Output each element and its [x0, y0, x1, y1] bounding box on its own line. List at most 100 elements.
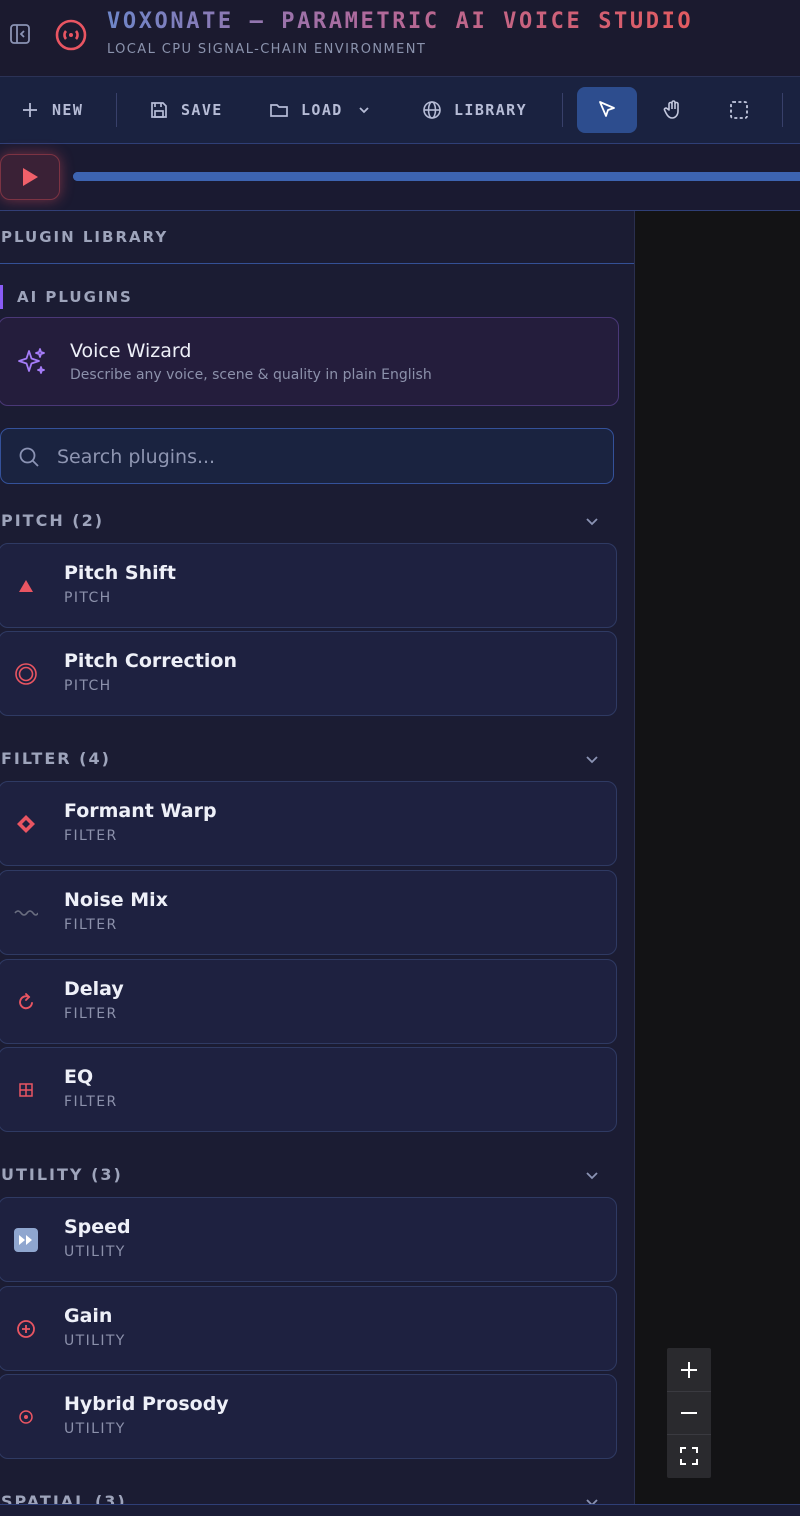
sidebar-collapse-icon[interactable]: [9, 23, 31, 45]
voice-wizard-title: Voice Wizard: [70, 340, 192, 362]
plugin-name: Noise Mix: [64, 889, 168, 911]
zoom-in-button[interactable]: [667, 1348, 711, 1392]
plugin-category: UTILITY: [64, 1244, 126, 1260]
plus-icon: [681, 1361, 697, 1378]
chevron-down-icon: [586, 518, 598, 526]
plus-icon: [23, 103, 37, 117]
load-button[interactable]: LOAD: [269, 95, 371, 125]
plugin-category: FILTER: [64, 828, 118, 844]
voice-wizard-card[interactable]: Voice Wizard Describe any voice, scene &…: [0, 317, 619, 406]
plugin-name: Pitch Correction: [64, 650, 237, 672]
cursor-icon: [599, 101, 615, 117]
playback-bar: [0, 144, 800, 211]
plugin-category: PITCH: [64, 590, 112, 606]
grid-icon: [19, 1083, 33, 1097]
app-title: VOXONATE — PARAMETRIC AI VOICE STUDIO: [107, 9, 694, 34]
plugin-name: Pitch Shift: [64, 562, 176, 584]
load-button-label: LOAD: [301, 101, 343, 119]
marquee-tool-button[interactable]: [709, 87, 769, 133]
plugin-library-sidebar: PLUGIN LIBRARY AI PLUGINS Voice Wizard D…: [0, 211, 635, 1504]
plugin-name: Gain: [64, 1305, 113, 1327]
toolbar-divider: [782, 93, 783, 127]
ai-plugins-label: AI PLUGINS: [17, 288, 133, 306]
chevron-down-icon: [359, 107, 369, 114]
status-bar: [0, 1504, 800, 1516]
chevron-down-icon: [586, 756, 598, 764]
chevron-down-icon: [586, 1499, 598, 1504]
hand-icon: [663, 100, 679, 119]
playback-progress-fill: [73, 172, 800, 181]
category-label: SPATIAL (3): [1, 1492, 127, 1504]
plugin-category: UTILITY: [64, 1421, 126, 1437]
pan-tool-button[interactable]: [643, 87, 703, 133]
category-header-utility[interactable]: UTILITY (3): [0, 1159, 610, 1189]
category-label: UTILITY (3): [1, 1165, 123, 1184]
library-button-label: LIBRARY: [454, 101, 528, 119]
target-icon: [19, 1410, 33, 1424]
plugin-search-box: [0, 428, 614, 484]
plugin-category: PITCH: [64, 678, 112, 694]
voice-target-logo-icon: [55, 19, 87, 51]
fit-view-button[interactable]: [667, 1434, 711, 1477]
plugin-category: UTILITY: [64, 1333, 126, 1349]
plugin-name: Speed: [64, 1216, 131, 1238]
node-canvas[interactable]: [635, 211, 800, 1504]
save-button-label: SAVE: [181, 101, 223, 119]
main-toolbar: NEW SAVE LOAD LIBRARY: [0, 77, 800, 144]
plus-circle-icon: [17, 1320, 35, 1338]
wave-icon: [14, 910, 38, 916]
folder-icon: [270, 104, 288, 117]
play-icon: [23, 168, 38, 186]
chevron-down-icon: [586, 1172, 598, 1180]
plugin-name: EQ: [64, 1066, 94, 1088]
plugin-item-pitch-correction[interactable]: Pitch Correction PITCH: [0, 631, 617, 716]
playback-progress-track[interactable]: [73, 172, 800, 181]
plugin-item-formant-warp[interactable]: Formant Warp FILTER: [0, 781, 617, 866]
app-header: VOXONATE — PARAMETRIC AI VOICE STUDIO LO…: [0, 0, 800, 77]
plugin-item-hybrid-prosody[interactable]: Hybrid Prosody UTILITY: [0, 1374, 617, 1459]
category-header-pitch[interactable]: PITCH (2): [0, 505, 610, 535]
plugin-name: Formant Warp: [64, 800, 217, 822]
fit-screen-icon: [680, 1446, 698, 1465]
plugin-item-noise-mix[interactable]: Noise Mix FILTER: [0, 870, 617, 955]
category-label: PITCH (2): [1, 511, 105, 530]
plugin-name: Delay: [64, 978, 124, 1000]
search-icon: [19, 447, 39, 467]
triangle-icon: [19, 580, 33, 592]
plugin-category: FILTER: [64, 1094, 118, 1110]
diamond-icon: [17, 815, 35, 833]
category-label: FILTER (4): [1, 749, 111, 768]
sparkles-icon: [18, 348, 45, 374]
plugin-category: FILTER: [64, 917, 118, 933]
plugin-name: Hybrid Prosody: [64, 1393, 229, 1415]
toolbar-divider: [562, 93, 563, 127]
plugin-item-pitch-shift[interactable]: Pitch Shift PITCH: [0, 543, 617, 628]
canvas-zoom-controls: [667, 1348, 711, 1478]
voice-wizard-description: Describe any voice, scene & quality in p…: [70, 367, 432, 383]
app-subtitle: LOCAL CPU SIGNAL-CHAIN ENVIRONMENT: [107, 42, 427, 57]
new-button-label: NEW: [52, 101, 84, 119]
fast-forward-icon: [14, 1228, 38, 1252]
category-header-spatial[interactable]: SPATIAL (3): [0, 1486, 610, 1504]
select-tool-button[interactable]: [577, 87, 637, 133]
zoom-out-button[interactable]: [667, 1391, 711, 1435]
library-button[interactable]: LIBRARY: [422, 95, 527, 125]
save-button[interactable]: SAVE: [149, 95, 223, 125]
category-header-filter[interactable]: FILTER (4): [0, 743, 610, 773]
minus-icon: [681, 1411, 697, 1414]
dashed-select-icon: [730, 101, 748, 119]
globe-icon: [423, 101, 441, 119]
refresh-icon: [19, 993, 33, 1010]
plugin-item-delay[interactable]: Delay FILTER: [0, 959, 617, 1044]
new-button[interactable]: NEW: [20, 95, 83, 125]
plugin-search-input[interactable]: [55, 442, 599, 472]
plugin-category: FILTER: [64, 1006, 118, 1022]
plugin-item-gain[interactable]: Gain UTILITY: [0, 1286, 617, 1371]
plugin-library-title: PLUGIN LIBRARY: [1, 228, 169, 246]
floppy-disk-icon: [151, 102, 167, 118]
plugin-library-header: PLUGIN LIBRARY: [0, 211, 634, 264]
toolbar-divider: [116, 93, 117, 127]
play-button[interactable]: [0, 154, 60, 200]
plugin-item-eq[interactable]: EQ FILTER: [0, 1047, 617, 1132]
plugin-item-speed[interactable]: Speed UTILITY: [0, 1197, 617, 1282]
